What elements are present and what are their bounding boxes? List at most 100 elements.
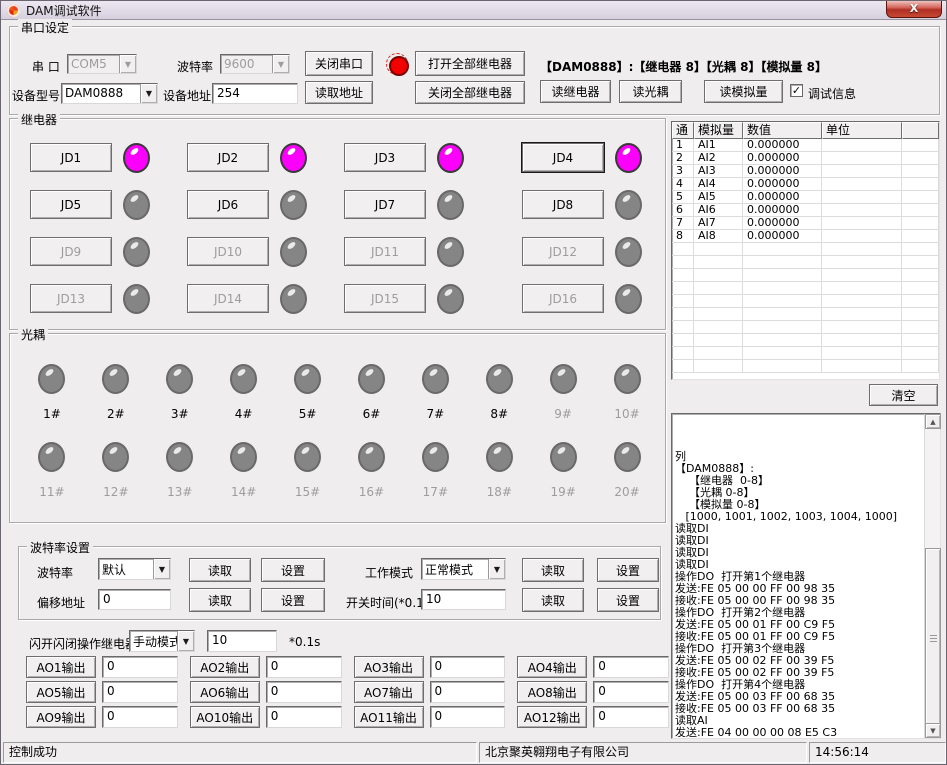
read-analog-button[interactable]: 读模拟量 [704, 80, 783, 103]
ao-output-button[interactable]: AO2输出 [190, 656, 260, 678]
scroll-down-icon[interactable]: ▼ [925, 723, 941, 738]
offset-read-button[interactable]: 读取 [189, 588, 251, 612]
col-header-unit[interactable]: 单位 [822, 122, 902, 139]
chevron-down-icon[interactable]: ▼ [488, 559, 505, 579]
relay-button[interactable]: JD3 [344, 143, 426, 172]
relay-button[interactable]: JD5 [30, 190, 112, 219]
offset-input[interactable]: 0 [98, 589, 171, 610]
relay-button[interactable]: JD16 [522, 284, 604, 313]
ao-output-input[interactable]: 0 [430, 706, 506, 728]
baud-read-button[interactable]: 读取 [189, 558, 251, 582]
chevron-down-icon[interactable]: ▼ [119, 55, 136, 73]
table-row[interactable] [672, 334, 939, 347]
ao-output-input[interactable]: 0 [102, 681, 178, 703]
ao-output-input[interactable]: 0 [430, 656, 506, 678]
clear-button[interactable]: 清空 [869, 384, 938, 406]
table-row[interactable] [672, 321, 939, 334]
device-address-input[interactable]: 254 [212, 83, 298, 104]
col-header-extra[interactable] [902, 122, 939, 139]
relay-button[interactable]: JD13 [30, 284, 112, 313]
chevron-down-icon[interactable]: ▼ [153, 559, 170, 579]
ao-output-button[interactable]: AO3输出 [354, 656, 424, 678]
ao-output-input[interactable]: 0 [593, 656, 669, 678]
read-opto-button[interactable]: 读光耦 [619, 80, 682, 103]
table-row[interactable]: 2 AI2 0.000000 [672, 152, 939, 165]
ao-output-input[interactable]: 0 [266, 706, 342, 728]
debug-log-panel[interactable]: 列【DAM0888】: 【继电器 0-8】 【光耦 0-8】 【模拟量 0-8】… [671, 413, 941, 739]
switch-read-button[interactable]: 读取 [522, 588, 584, 612]
ao-output-input[interactable]: 0 [102, 706, 178, 728]
chevron-down-icon[interactable]: ▼ [140, 84, 157, 103]
table-row[interactable]: 5 AI5 0.000000 [672, 191, 939, 204]
open-all-relays-button[interactable]: 打开全部继电器 [415, 51, 525, 76]
ao-output-input[interactable]: 0 [266, 681, 342, 703]
table-row[interactable] [672, 243, 939, 256]
chevron-down-icon[interactable]: ▼ [272, 55, 289, 73]
offset-set-button[interactable]: 设置 [261, 588, 325, 612]
ao-output-button[interactable]: AO6输出 [190, 681, 260, 703]
ao-output-button[interactable]: AO12输出 [517, 706, 587, 728]
ao-output-input[interactable]: 0 [266, 656, 342, 678]
workmode-read-button[interactable]: 读取 [522, 558, 584, 582]
switch-set-button[interactable]: 设置 [597, 588, 659, 612]
ao-output-button[interactable]: AO10输出 [190, 706, 260, 728]
log-scrollbar[interactable]: ▲ ▼ [924, 414, 940, 738]
ao-output-button[interactable]: AO7输出 [354, 681, 424, 703]
flash-mode-select[interactable]: 手动模式 ▼ [129, 630, 195, 652]
ao-output-button[interactable]: AO11输出 [354, 706, 424, 728]
ao-output-button[interactable]: AO5输出 [26, 681, 96, 703]
table-row[interactable] [672, 308, 939, 321]
relay-button[interactable]: JD8 [522, 190, 604, 219]
debug-log-text[interactable]: 列【DAM0888】: 【继电器 0-8】 【光耦 0-8】 【模拟量 0-8】… [675, 415, 923, 737]
debug-info-checkbox[interactable]: ✓ [790, 84, 803, 97]
read-address-button[interactable]: 读取地址 [305, 81, 373, 104]
relay-button[interactable]: JD10 [187, 237, 269, 266]
relay-button[interactable]: JD12 [522, 237, 604, 266]
device-model-select[interactable]: DAM0888 ▼ [61, 83, 158, 104]
table-row[interactable]: 4 AI4 0.000000 [672, 178, 939, 191]
baudrate-select[interactable]: 9600 ▼ [220, 54, 290, 74]
switch-time-input[interactable]: 10 [421, 589, 506, 610]
table-row[interactable] [672, 256, 939, 269]
relay-button[interactable]: JD9 [30, 237, 112, 266]
col-header-channel[interactable]: 通 [672, 122, 694, 139]
serial-port-select[interactable]: COM5 ▼ [67, 54, 137, 74]
ao-output-button[interactable]: AO4输出 [517, 656, 587, 678]
ao-output-input[interactable]: 0 [430, 681, 506, 703]
relay-button[interactable]: JD1 [30, 143, 112, 172]
scrollbar-thumb[interactable] [925, 548, 941, 731]
baud2-select[interactable]: 默认 ▼ [98, 558, 171, 580]
table-row[interactable] [672, 360, 939, 373]
relay-button[interactable]: JD2 [187, 143, 269, 172]
table-row[interactable] [672, 282, 939, 295]
relay-button[interactable]: JD4 [522, 143, 604, 172]
chevron-down-icon[interactable]: ▼ [177, 631, 194, 651]
table-row[interactable]: 3 AI3 0.000000 [672, 165, 939, 178]
scroll-up-icon[interactable]: ▲ [925, 414, 941, 429]
col-header-value[interactable]: 数值 [743, 122, 822, 139]
ao-output-input[interactable]: 0 [593, 681, 669, 703]
workmode-select[interactable]: 正常模式 ▼ [421, 558, 506, 580]
ao-output-button[interactable]: AO9输出 [26, 706, 96, 728]
col-header-name[interactable]: 模拟量 [694, 122, 743, 139]
table-row[interactable] [672, 295, 939, 308]
ao-output-button[interactable]: AO8输出 [517, 681, 587, 703]
read-relays-button[interactable]: 读继电器 [540, 80, 611, 103]
titlebar[interactable]: DAM调试软件 X [1, 1, 946, 20]
close-button[interactable]: X [886, 1, 942, 18]
table-row[interactable]: 1 AI1 0.000000 [672, 139, 939, 152]
ao-output-input[interactable]: 0 [593, 706, 669, 728]
table-row[interactable]: 7 AI7 0.000000 [672, 217, 939, 230]
flash-time-input[interactable]: 10 [207, 630, 277, 652]
baud-set-button[interactable]: 设置 [261, 558, 325, 582]
relay-button[interactable]: JD7 [344, 190, 426, 219]
workmode-set-button[interactable]: 设置 [597, 558, 659, 582]
relay-button[interactable]: JD15 [344, 284, 426, 313]
table-row[interactable] [672, 347, 939, 360]
table-row[interactable]: 8 AI8 0.000000 [672, 230, 939, 243]
close-serial-button[interactable]: 关闭串口 [305, 51, 373, 76]
relay-button[interactable]: JD6 [187, 190, 269, 219]
relay-button[interactable]: JD14 [187, 284, 269, 313]
ao-output-button[interactable]: AO1输出 [26, 656, 96, 678]
table-row[interactable] [672, 269, 939, 282]
